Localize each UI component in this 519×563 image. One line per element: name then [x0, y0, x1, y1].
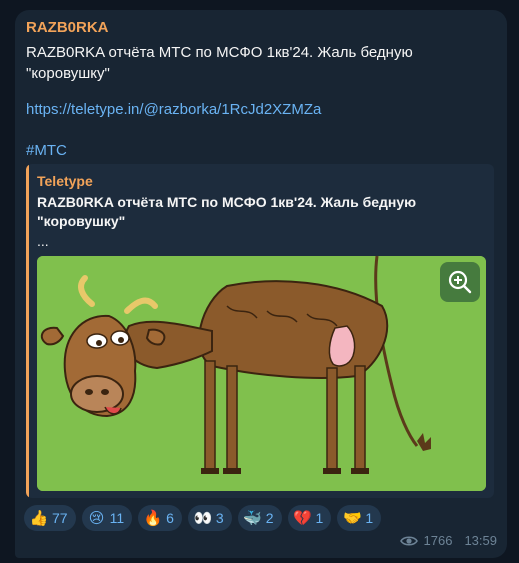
fire-icon: 🔥: [143, 509, 163, 527]
broken-heart-icon: 💔: [293, 509, 312, 527]
whale-icon: 🐳: [243, 509, 263, 527]
post-text-line-2: "коровушку": [26, 65, 110, 82]
zoom-in-icon: [448, 270, 472, 294]
preview-accent-bar: [26, 164, 29, 498]
reaction-count: 1: [365, 510, 374, 526]
reaction-count: 77: [52, 510, 68, 526]
reaction-count: 3: [215, 510, 224, 526]
preview-title: RAZB0RKA отчёта МТС по МСФО 1кв'24. Жаль…: [37, 193, 477, 231]
reaction-eyes[interactable]: 👀 3: [187, 505, 232, 531]
reaction-count: 2: [265, 510, 274, 526]
channel-name[interactable]: RAZB0RKA: [26, 19, 109, 36]
cow-cartoon-illustration: [37, 256, 486, 491]
crying-face-icon: 😢: [88, 509, 105, 527]
post-text: RAZB0RKA отчёта МТС по МСФО 1кв'24. Жаль…: [26, 42, 456, 84]
reaction-crying-face[interactable]: 😢 11: [81, 505, 133, 531]
preview-site-name: Teletype: [37, 173, 93, 189]
views-count: 1766: [423, 533, 453, 548]
reaction-count: 1: [315, 510, 324, 526]
preview-title-line-2: "коровушку": [37, 213, 126, 229]
post-hashtag[interactable]: #МТС: [26, 140, 67, 161]
preview-title-line-1: RAZB0RKA отчёта МТС по МСФО 1кв'24. Жаль…: [37, 194, 417, 210]
handshake-icon: 🤝: [342, 509, 362, 527]
reaction-thumbs-up[interactable]: 👍 77: [24, 505, 76, 531]
reaction-broken-heart[interactable]: 💔 1: [287, 505, 332, 531]
zoom-button[interactable]: [440, 262, 480, 302]
post-link[interactable]: https://teletype.in/@razborka/1RcJd2XZMZ…: [26, 99, 321, 120]
reaction-count: 11: [109, 510, 125, 526]
post-text-line-1: RAZB0RKA отчёта МТС по МСФО 1кв'24. Жаль…: [26, 44, 413, 61]
thumbs-up-icon: 👍: [29, 509, 49, 527]
eye-icon: [399, 535, 418, 546]
message-meta: 1766 13:59: [399, 533, 497, 548]
preview-image[interactable]: [37, 256, 486, 491]
link-preview[interactable]: Teletype RAZB0RKA отчёта МТС по МСФО 1кв…: [26, 164, 494, 498]
reaction-count: 6: [166, 510, 174, 526]
reaction-whale[interactable]: 🐳 2: [237, 505, 282, 531]
reactions-bar: 👍 77 😢 11 🔥 6 👀 3 🐳 2 💔 1 🤝 1: [24, 505, 382, 531]
reaction-fire[interactable]: 🔥 6: [138, 505, 182, 531]
message-time: 13:59: [464, 533, 497, 548]
reaction-handshake[interactable]: 🤝 1: [337, 505, 382, 531]
preview-ellipsis: ...: [37, 233, 49, 249]
eyes-icon: 👀: [193, 509, 213, 527]
